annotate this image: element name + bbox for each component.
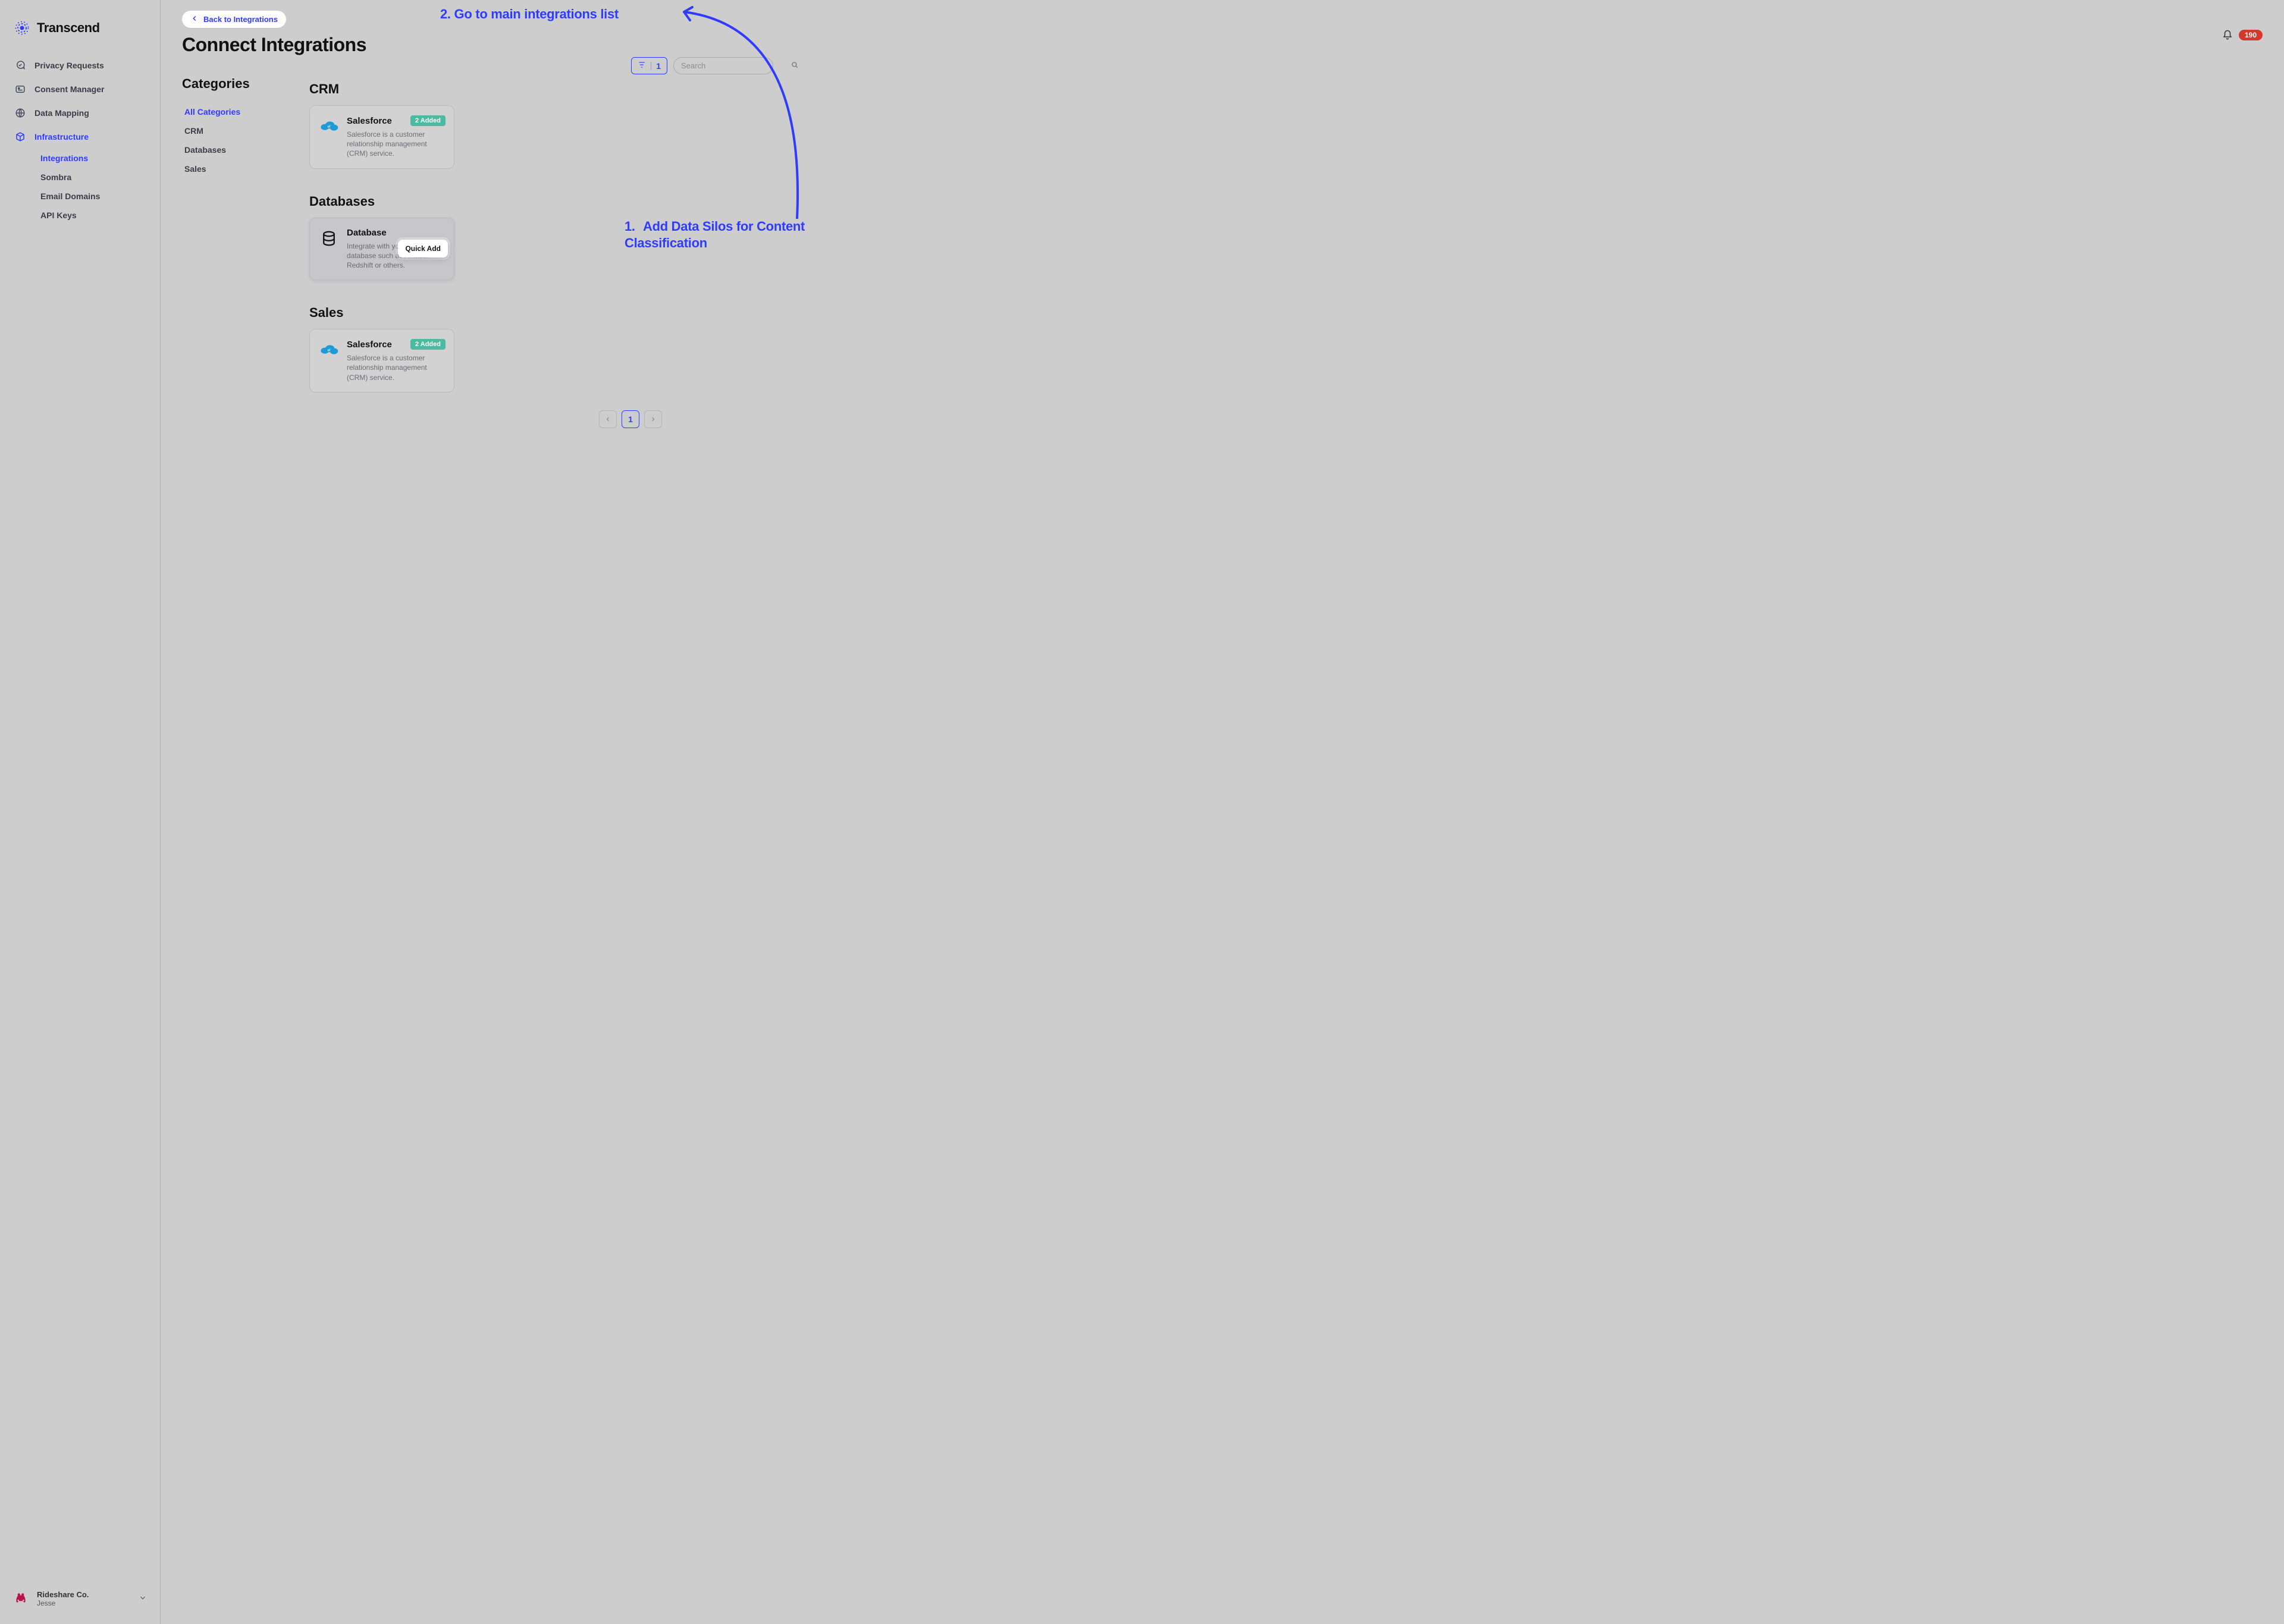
org-name: Rideshare Co. xyxy=(37,1590,131,1599)
nav-infrastructure[interactable]: Infrastructure xyxy=(6,125,154,149)
card-desc: Salesforce is a customer relationship ma… xyxy=(347,130,445,159)
pager-page-1[interactable]: 1 xyxy=(622,410,639,428)
arrow-left-icon xyxy=(190,14,199,24)
card-title: Salesforce xyxy=(347,116,392,126)
svg-text:sf: sf xyxy=(328,125,331,129)
nav-label: Consent Manager xyxy=(34,84,104,94)
brand-name: Transcend xyxy=(37,20,100,36)
quick-add-button[interactable]: Quick Add xyxy=(398,240,448,257)
added-badge: 2 Added xyxy=(410,339,445,350)
chevron-down-icon xyxy=(139,1594,147,1604)
back-label: Back to Integrations xyxy=(203,15,278,24)
chat-icon xyxy=(14,59,26,71)
toggle-panel-icon xyxy=(14,83,26,95)
salesforce-icon: sf xyxy=(318,115,340,137)
card-title: Salesforce xyxy=(347,340,392,350)
category-all[interactable]: All Categories xyxy=(182,102,289,121)
subnav-integrations[interactable]: Integrations xyxy=(34,149,154,168)
card-salesforce-sales[interactable]: sf Salesforce 2 Added Salesforce is a cu… xyxy=(309,329,454,392)
card-desc: Salesforce is a customer relationship ma… xyxy=(347,353,445,382)
car-icon xyxy=(13,1591,30,1607)
globe-icon xyxy=(14,107,26,119)
bell-icon[interactable] xyxy=(2222,30,2233,40)
card-salesforce-crm[interactable]: sf Salesforce 2 Added Salesforce is a cu… xyxy=(309,105,454,169)
subnav-sombra[interactable]: Sombra xyxy=(34,168,154,187)
filter-icon xyxy=(638,61,646,71)
cube-icon xyxy=(14,131,26,143)
nav-privacy-requests[interactable]: Privacy Requests xyxy=(6,54,154,77)
nav-consent-manager[interactable]: Consent Manager xyxy=(6,77,154,101)
database-icon xyxy=(318,228,340,249)
added-badge: 2 Added xyxy=(410,115,445,126)
nav-label: Privacy Requests xyxy=(34,61,104,70)
nav-label: Data Mapping xyxy=(34,108,89,118)
section-title-crm: CRM xyxy=(309,81,773,97)
pager-prev[interactable] xyxy=(599,410,617,428)
brand: Transcend xyxy=(0,14,160,54)
categories-panel: Categories All Categories CRM Databases … xyxy=(182,76,289,428)
search-field[interactable] xyxy=(673,57,773,74)
search-icon xyxy=(790,61,799,71)
categories-title: Categories xyxy=(182,76,289,92)
brand-logo-icon xyxy=(13,19,31,37)
nav-label: Infrastructure xyxy=(34,132,89,142)
search-input[interactable] xyxy=(681,61,786,70)
section-title-databases: Databases xyxy=(309,194,773,209)
category-sales[interactable]: Sales xyxy=(182,159,289,178)
primary-nav: Privacy Requests Consent Manager Data Ma… xyxy=(0,54,160,225)
salesforce-icon: sf xyxy=(318,339,340,360)
subnav-api-keys[interactable]: API Keys xyxy=(34,206,154,225)
category-databases[interactable]: Databases xyxy=(182,140,289,159)
pager-next[interactable] xyxy=(644,410,662,428)
filter-chip[interactable]: 1 xyxy=(631,57,667,74)
notification-count-badge[interactable]: 190 xyxy=(2239,30,2263,40)
infrastructure-subnav: Integrations Sombra Email Domains API Ke… xyxy=(6,149,154,225)
section-title-sales: Sales xyxy=(309,305,773,321)
nav-data-mapping[interactable]: Data Mapping xyxy=(6,101,154,125)
back-to-integrations-button[interactable]: Back to Integrations xyxy=(182,11,286,28)
category-crm[interactable]: CRM xyxy=(182,121,289,140)
page-title: Connect Integrations xyxy=(182,34,366,56)
subnav-email-domains[interactable]: Email Domains xyxy=(34,187,154,206)
main: Back to Integrations Connect Integration… xyxy=(161,0,2284,1624)
card-database[interactable]: Database Integrate with your own databas… xyxy=(309,218,454,281)
filter-count: 1 xyxy=(656,61,661,71)
svg-text:sf: sf xyxy=(328,349,331,353)
sidebar: Transcend Privacy Requests Consent Manag… xyxy=(0,0,161,1624)
card-title: Database xyxy=(347,228,387,238)
org-user: Jesse xyxy=(37,1599,131,1607)
org-switcher[interactable]: Rideshare Co. Jesse xyxy=(0,1584,160,1613)
